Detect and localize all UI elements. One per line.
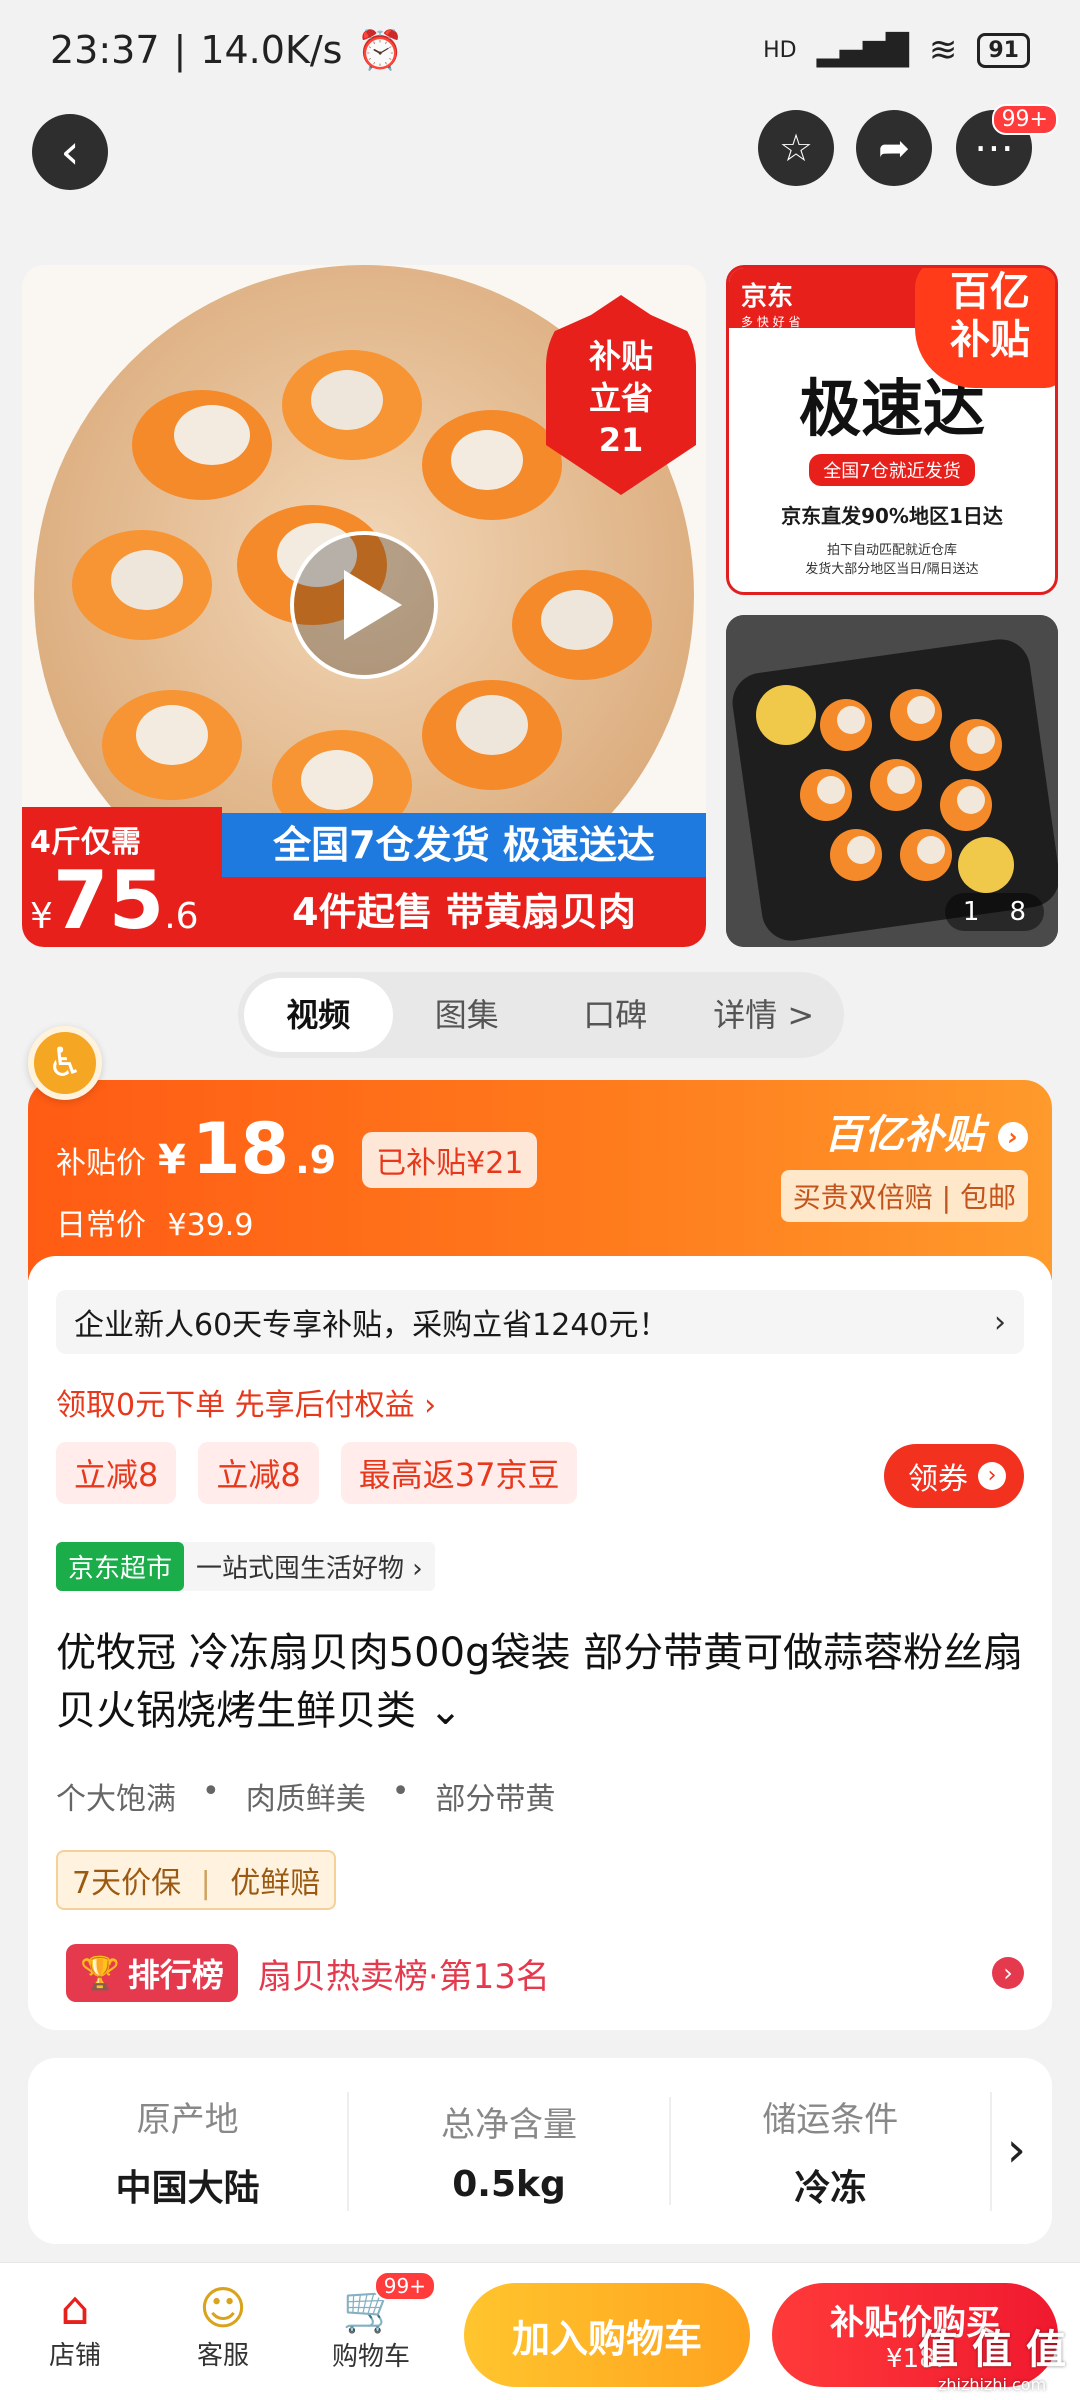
- rank-tag: 🏆 排行榜: [66, 1944, 238, 2002]
- feature-row: 个大饱满 • 肉质鲜美 • 部分带黄: [56, 1774, 555, 1818]
- back-button[interactable]: ‹: [32, 114, 108, 190]
- chevron-right-icon: ›: [1006, 2122, 1026, 2178]
- attributes-card[interactable]: 原产地 中国大陆 总净含量 0.5kg 储运条件 冷冻 ›: [28, 2058, 1052, 2244]
- top-nav: ‹ ☆ ➦ ⋯ 99+: [0, 104, 1080, 206]
- badge-line1: 补贴: [588, 337, 653, 375]
- price-card: 补贴价 ¥ 18 .9 已补贴¥21 日常价 ¥39.9 百亿补贴 › 买贵双倍…: [28, 1080, 1052, 1280]
- supermarket-row[interactable]: 京东超市 一站式囤生活好物 ›: [56, 1542, 435, 1591]
- express-line1: 京东直发90%地区1日达: [781, 504, 1003, 528]
- bottom-action-bar: ⌂ 店铺 ☺ 客服 🛒 购物车 99+ 加入购物车 补贴价购买 ¥18. 值 值…: [0, 2262, 1080, 2400]
- feature-text: 肉质鲜美: [245, 1782, 366, 1817]
- express-line3: 发货大部分地区当日/隔日送达: [805, 562, 979, 577]
- coupon-tag[interactable]: 立减8: [56, 1442, 177, 1504]
- rank-row[interactable]: 🏆 排行榜 扇贝热卖榜·第13名 ›: [66, 1944, 1024, 2002]
- chevron-left-icon: ‹: [60, 124, 80, 180]
- chevron-right-icon: ›: [992, 1957, 1024, 1989]
- tab-video[interactable]: 视频: [244, 978, 393, 1052]
- shop-icon: ⌂: [60, 2281, 90, 2335]
- dot-separator: •: [391, 1774, 410, 1809]
- more-button[interactable]: ⋯ 99+: [956, 104, 1058, 186]
- coupon-tag[interactable]: 最高返37京豆: [340, 1442, 578, 1504]
- trophy-icon: 🏆: [80, 1954, 120, 1992]
- status-divider: |: [173, 28, 187, 72]
- watermark: 值 值 值 zhizhizhi.com: [918, 2327, 1066, 2394]
- express-line2: 拍下自动匹配就近仓库: [826, 543, 957, 558]
- badge-line2: 立省: [588, 379, 653, 417]
- enterprise-banner[interactable]: 企业新人60天专享补贴，采购立省1240元！ ›: [56, 1290, 1024, 1354]
- coupon-row: 立减8 立减8 最高返37京豆: [56, 1442, 578, 1504]
- paylater-link[interactable]: 领取0元下单 先享后付权益 ›: [56, 1380, 436, 1424]
- rank-text: 扇贝热卖榜·第13名: [257, 1956, 550, 1997]
- signal-icon: ▂▄▆█: [816, 32, 909, 68]
- gallery-counter: 1 8: [944, 893, 1044, 931]
- subsidy-amount-tag: 已补贴¥21: [362, 1132, 538, 1188]
- alarm-icon: ⏰: [356, 27, 404, 72]
- baiyi-brand[interactable]: 百亿补贴 › 买贵双倍赔 | 包邮: [780, 1102, 1028, 1222]
- cart-badge: 99+: [373, 2271, 436, 2301]
- chevron-right-icon: ›: [998, 1122, 1028, 1152]
- content-tabs: 视频 图集 口碑 详情 >: [238, 972, 844, 1058]
- feature-text: 个大饱满: [56, 1782, 176, 1817]
- coupon-tag[interactable]: 立减8: [198, 1442, 319, 1504]
- product-title: 优牧冠 冷冻扇贝肉500g袋装 部分带黄可做蒜蓉粉丝扇贝火锅烧烤生鲜贝类 ⌄: [56, 1630, 1024, 1734]
- price-tag-label: 4斤仅需: [30, 825, 141, 860]
- chevron-right-icon: ›: [978, 1462, 1006, 1490]
- tab-details[interactable]: 详情 >: [690, 978, 839, 1052]
- service-icon: ☺: [199, 2281, 247, 2335]
- wifi-icon: ≋: [928, 30, 958, 70]
- get-coupon-button[interactable]: 领券 ›: [884, 1444, 1024, 1508]
- share-button[interactable]: ➦: [856, 110, 932, 186]
- attribute-origin: 原产地 中国大陆: [28, 2091, 350, 2211]
- subsidy-price: 补贴价 ¥ 18 .9 已补贴¥21: [56, 1108, 538, 1190]
- price-tag-red: 4斤仅需 ¥75.6: [22, 807, 222, 947]
- status-bar: 23:37 | 14.0K/s ⏰ HD ▂▄▆█ ≋ 91: [0, 0, 1080, 100]
- tab-reviews[interactable]: 口碑: [541, 978, 690, 1052]
- daily-price: 日常价 ¥39.9: [56, 1208, 254, 1243]
- attribute-weight: 总净含量 0.5kg: [349, 2097, 671, 2205]
- share-icon: ➦: [878, 126, 910, 170]
- feature-text: 部分带黄: [435, 1782, 556, 1817]
- banner-blue: 全国7仓发货 极速送达: [222, 813, 706, 877]
- more-badge: 99+: [991, 104, 1058, 135]
- battery-icon: 91: [977, 32, 1030, 68]
- hd-label: HD: [763, 37, 797, 63]
- shop-button[interactable]: ⌂ 店铺: [30, 2281, 120, 2372]
- star-icon: ☆: [778, 126, 814, 170]
- supermarket-tag: 京东超市: [56, 1542, 185, 1591]
- guarantee-tag[interactable]: 7天价保 | 优鲜赔: [56, 1850, 337, 1910]
- main-product-image[interactable]: 补贴 立省 21 4斤仅需 ¥75.6 全国7仓发货 极速送达 4件起售 带黄扇…: [22, 265, 706, 947]
- price-tag-value: ¥75.6: [30, 854, 199, 947]
- dot-separator: •: [202, 1774, 220, 1809]
- gallery-thumb-express[interactable]: 京东 多 快 好 省 百亿 补贴 极速达 全国7仓就近发货 京东直发90%地区1…: [726, 265, 1058, 595]
- badge-line3: 21: [598, 421, 644, 459]
- banner-red: 4件起售 带黄扇贝肉: [222, 877, 706, 947]
- chevron-right-icon: ›: [994, 1304, 1006, 1340]
- cart-button[interactable]: 🛒 购物车 99+: [316, 2271, 436, 2373]
- status-time: 23:37: [50, 28, 160, 72]
- baiyi-corner: 百亿 补贴: [915, 268, 1055, 388]
- gallery-thumb-plate[interactable]: 1 8: [726, 615, 1058, 947]
- tab-gallery[interactable]: 图集: [393, 978, 542, 1052]
- attribute-storage: 储运条件 冷冻: [671, 2091, 992, 2211]
- add-to-cart-button[interactable]: 加入购物车: [464, 2283, 750, 2387]
- express-tag: 全国7仓就近发货: [809, 454, 975, 486]
- product-info-card: 企业新人60天专享补贴，采购立省1240元！ › 领取0元下单 先享后付权益 ›…: [28, 1256, 1052, 2030]
- status-speed: 14.0K/s: [200, 28, 343, 72]
- accessibility-icon: ♿: [47, 1040, 83, 1086]
- favorite-button[interactable]: ☆: [758, 110, 834, 186]
- accessibility-button[interactable]: ♿: [28, 1026, 102, 1100]
- service-button[interactable]: ☺ 客服: [178, 2281, 268, 2372]
